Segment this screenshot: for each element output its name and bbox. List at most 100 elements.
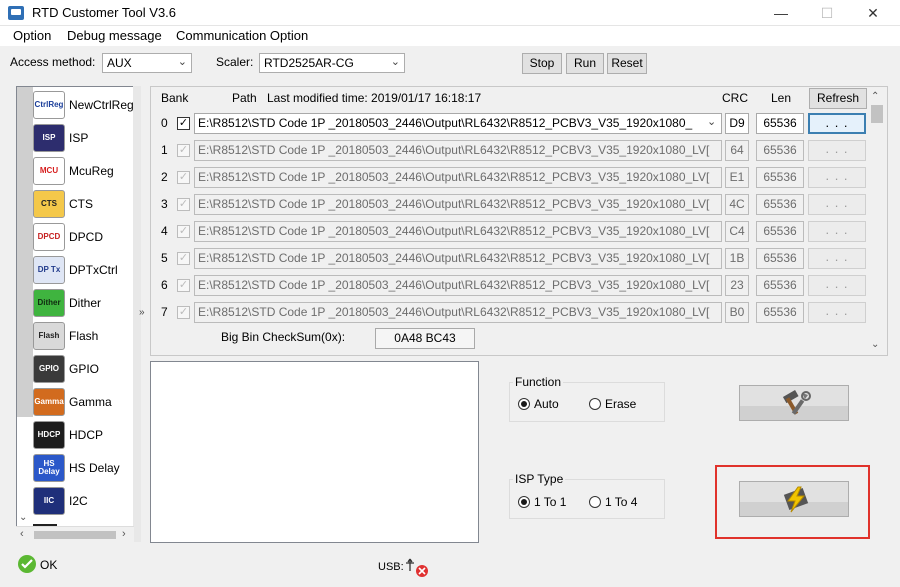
bank-path-field[interactable]: E:\R8512\STD Code 1P _20180503_2446\Outp… — [194, 140, 722, 161]
sidebar-item-i2c[interactable]: IIC I2C — [17, 485, 133, 518]
scaler-value: RTD2525AR-CG — [264, 56, 354, 70]
sidebar-item-gamma[interactable]: Gamma Gamma — [17, 386, 133, 419]
module-tree[interactable]: CtrlReg NewCtrlReg ISP ISP MCU McuReg CTS CTS DP… — [16, 86, 134, 542]
sidebar-item-mcureg[interactable]: MCU McuReg — [17, 155, 133, 188]
bank-checkbox[interactable]: ✓ — [177, 252, 190, 265]
tree-horizontal-scrollbar[interactable]: ‹ › — [16, 526, 134, 542]
bank-browse-button[interactable]: . . . — [808, 140, 866, 161]
sidebar-item-newctrlreg[interactable]: CtrlReg NewCtrlReg — [17, 89, 133, 122]
ctrlreg-icon: CtrlReg — [33, 91, 65, 119]
sidebar-item-cts[interactable]: CTS CTS — [17, 188, 133, 221]
bank-checkbox[interactable]: ✓ — [177, 306, 190, 319]
isp-type-1to4-radio[interactable] — [589, 496, 601, 508]
window-title: RTD Customer Tool V3.6 — [32, 5, 177, 20]
sidebar-item-dither[interactable]: Dither Dither — [17, 287, 133, 320]
run-button[interactable]: Run — [566, 53, 604, 74]
bank-checkbox[interactable]: ✓ — [177, 117, 190, 130]
scaler-label: Scaler: — [216, 55, 254, 69]
menu-option[interactable]: Option — [13, 28, 51, 43]
bank-browse-button[interactable]: . . . — [808, 275, 866, 296]
sidebar-item-dpcd[interactable]: DPCD DPCD — [17, 221, 133, 254]
function-erase-radio[interactable] — [589, 398, 601, 410]
sidebar-item-label: DPTxCtrl — [69, 263, 118, 277]
scroll-down-arrow-icon[interactable]: ⌄ — [19, 512, 27, 523]
sidebar-item-isp[interactable]: ISP ISP — [17, 122, 133, 155]
bank-len: 65536 — [756, 302, 804, 323]
function-erase-label[interactable]: Erase — [605, 397, 636, 411]
menu-communication-option[interactable]: Communication Option — [176, 28, 308, 43]
sidebar-item-label: Gamma — [69, 395, 112, 409]
title-bar: RTD Customer Tool V3.6 — ☐ ✕ — [0, 0, 900, 26]
scroll-left-arrow-icon[interactable]: ‹ — [20, 528, 24, 540]
sidebar-item-gpio[interactable]: GPIO GPIO — [17, 353, 133, 386]
bank-browse-button[interactable]: . . . — [808, 248, 866, 269]
bank-vertical-scrollbar[interactable]: ⌃ ⌄ — [869, 91, 885, 353]
stop-button[interactable]: Stop — [522, 53, 562, 74]
bank-checkbox[interactable]: ✓ — [177, 225, 190, 238]
isp-type-group-title: ISP Type — [513, 472, 566, 486]
status-ok-text: OK — [40, 558, 58, 572]
bank-number: 5 — [161, 251, 168, 265]
scroll-right-arrow-icon[interactable]: › — [122, 528, 126, 540]
bank-header: Bank — [161, 91, 189, 105]
bank-checkbox[interactable]: ✓ — [177, 144, 190, 157]
bank-path-field[interactable]: E:\R8512\STD Code 1P _20180503_2446\Outp… — [194, 221, 722, 242]
bank-path-field[interactable]: E:\R8512\STD Code 1P _20180503_2446\Outp… — [194, 248, 722, 269]
reset-button[interactable]: Reset — [607, 53, 647, 74]
sidebar-item-hdcp[interactable]: HDCP HDCP — [17, 419, 133, 452]
bank-browse-button[interactable]: . . . — [808, 221, 866, 242]
sidebar-item-dptxctrl[interactable]: DP Tx DPTxCtrl — [17, 254, 133, 287]
bank-number: 4 — [161, 224, 168, 238]
bank-panel: Bank Path Last modified time: 2019/01/17… — [150, 86, 888, 356]
isp-program-button[interactable] — [739, 481, 849, 517]
sidebar-item-label: HDCP — [69, 428, 104, 442]
bank-path-field[interactable]: E:\R8512\STD Code 1P _20180503_2446\Outp… — [194, 275, 722, 296]
bank-browse-button[interactable]: . . . — [808, 167, 866, 188]
bank-crc: 23 — [725, 275, 749, 296]
last-modified-label: Last modified time: 2019/01/17 16:18:17 — [267, 91, 482, 105]
bank-browse-button[interactable]: . . . — [808, 194, 866, 215]
i2c-icon: IIC — [33, 487, 65, 515]
scroll-down-arrow-icon[interactable]: ⌄ — [871, 339, 879, 350]
isp-type-1to4-label[interactable]: 1 To 4 — [605, 495, 637, 509]
scrollbar-thumb[interactable] — [34, 531, 116, 539]
bank-path-field[interactable]: E:\R8512\STD Code 1P _20180503_2446\Outp… — [194, 194, 722, 215]
scroll-up-arrow-icon[interactable]: ⌃ — [871, 91, 879, 102]
chevron-down-icon[interactable]: ⌄ — [707, 115, 716, 128]
isp-type-1to1-label[interactable]: 1 To 1 — [534, 495, 566, 509]
bank-browse-button[interactable]: . . . — [808, 113, 866, 134]
sidebar-item-label: HS Delay — [69, 461, 120, 475]
bank-path-field[interactable]: E:\R8512\STD Code 1P _20180503_2446\Outp… — [194, 113, 722, 134]
scrollbar-thumb[interactable] — [871, 105, 883, 123]
scaler-select[interactable]: RTD2525AR-CG ⌄ — [259, 53, 405, 73]
function-auto-label[interactable]: Auto — [534, 397, 559, 411]
sidebar-item-label: ISP — [69, 131, 89, 145]
bank-path-field[interactable]: E:\R8512\STD Code 1P _20180503_2446\Outp… — [194, 302, 722, 323]
close-button[interactable]: ✕ — [850, 0, 896, 26]
sidebar-item-hs-delay[interactable]: HS Delay HS Delay — [17, 452, 133, 485]
refresh-button[interactable]: Refresh — [809, 88, 867, 109]
crc-header: CRC — [722, 91, 748, 105]
chip-lightning-icon — [783, 486, 809, 513]
bank-checkbox[interactable]: ✓ — [177, 198, 190, 211]
maximize-button[interactable]: ☐ — [804, 0, 850, 26]
splitter-arrow-icon[interactable]: » — [139, 307, 145, 318]
bank-len: 65536 — [756, 275, 804, 296]
dpcd-icon: DPCD — [33, 223, 65, 251]
minimize-button[interactable]: — — [758, 0, 804, 26]
menu-debug-message[interactable]: Debug message — [67, 28, 162, 43]
checksum-label: Big Bin CheckSum(0x): — [221, 330, 346, 344]
access-method-select[interactable]: AUX ⌄ — [102, 53, 192, 73]
isp-type-1to1-radio[interactable] — [518, 496, 530, 508]
function-execute-button[interactable] — [739, 385, 849, 421]
bank-len: 65536 — [756, 248, 804, 269]
bank-checkbox[interactable]: ✓ — [177, 171, 190, 184]
bank-browse-button[interactable]: . . . — [808, 302, 866, 323]
log-textarea[interactable] — [150, 361, 479, 543]
flash-icon: Flash — [33, 322, 65, 350]
function-auto-radio[interactable] — [518, 398, 530, 410]
bank-path-field[interactable]: E:\R8512\STD Code 1P _20180503_2446\Outp… — [194, 167, 722, 188]
sidebar-item-label: I2C — [69, 494, 88, 508]
bank-checkbox[interactable]: ✓ — [177, 279, 190, 292]
sidebar-item-flash[interactable]: Flash Flash — [17, 320, 133, 353]
